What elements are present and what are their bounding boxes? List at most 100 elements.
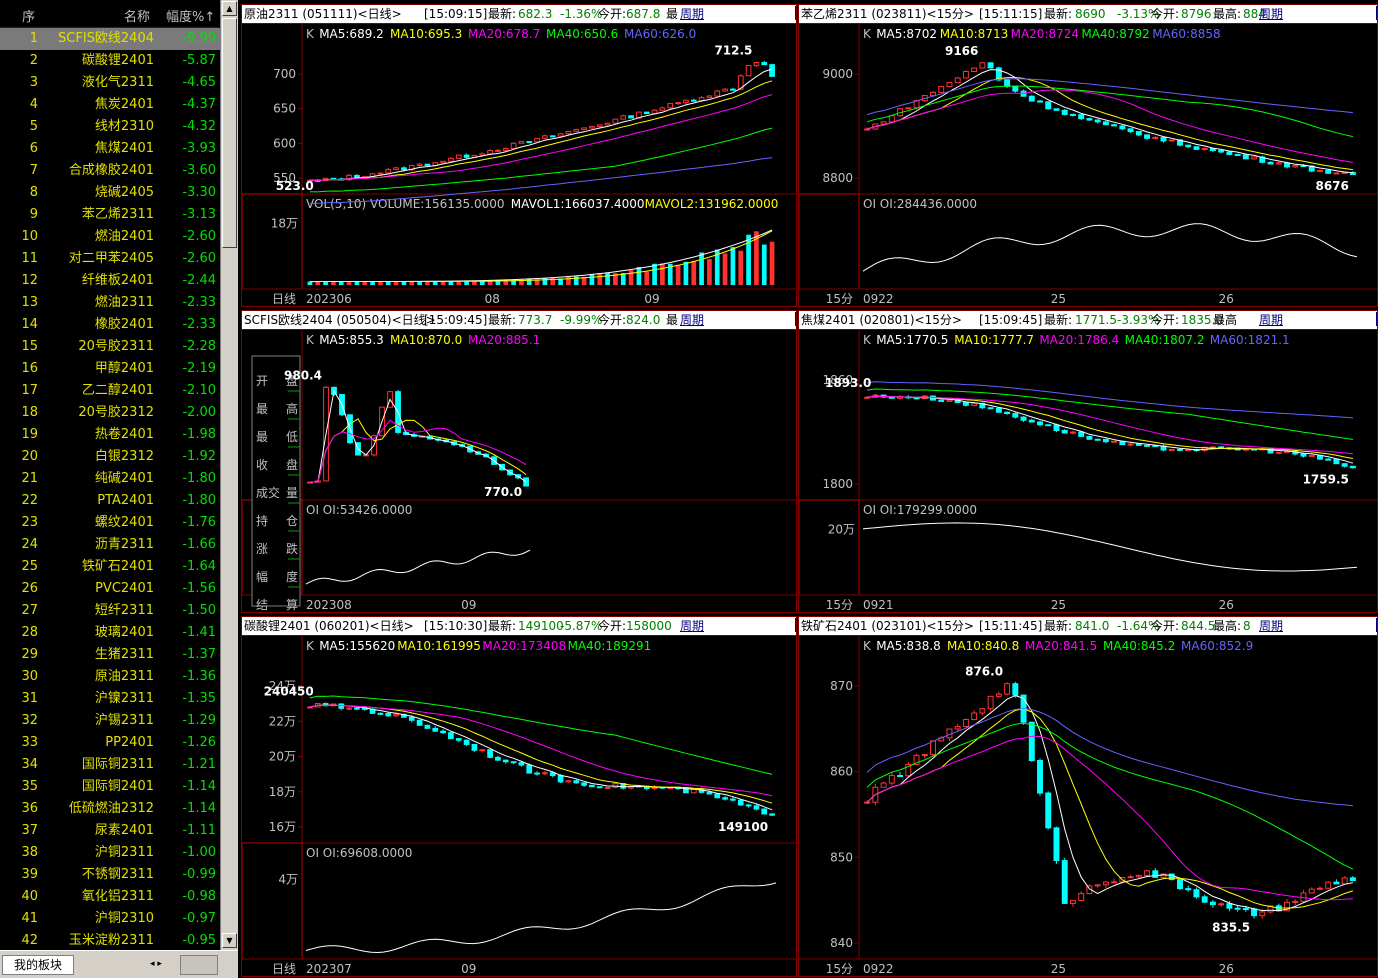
col-header-name[interactable]: 名称 <box>124 6 150 25</box>
quote-row[interactable]: 2 碳酸锂2401 -5.87 <box>0 50 220 72</box>
cycle-link[interactable]: 周期 <box>1259 311 1283 329</box>
candlestick-chart[interactable]: K MA5:8702 MA10:8713 MA20:8724 MA40:8792 MA60… <box>799 24 1377 307</box>
scroll-thumb[interactable] <box>222 18 237 248</box>
quote-row[interactable]: 26 PVC2401 -1.56 <box>0 578 220 600</box>
quote-row[interactable]: 37 尿素2401 -1.11 <box>0 820 220 842</box>
latest-price: 841.0 <box>1075 619 1110 633</box>
chart-title-bar[interactable]: SCFIS欧线2404 (050504)<日线> [15:09:45] 最新: 773… <box>242 311 796 330</box>
quote-row[interactable]: 33 PP2401 -1.26 <box>0 732 220 754</box>
quote-row[interactable]: 4 焦炭2401 -4.37 <box>0 94 220 116</box>
ma-legend-item: MA5:1770.5 <box>876 333 948 347</box>
quote-row[interactable]: 14 橡胶2401 -2.33 <box>0 314 220 336</box>
chart-title-bar[interactable]: 铁矿石2401 (023101)<15分> [15:11:45] 最新: 841.0-… <box>799 617 1377 636</box>
cycle-link[interactable]: 周期 <box>680 617 704 635</box>
chart-panel[interactable]: SCFIS欧线2404 (050504)<日线> [15:09:45] 最新: 773… <box>241 310 797 613</box>
col-header-no[interactable]: 序 <box>22 6 35 25</box>
chart-panel[interactable]: 焦煤2401 (020801)<15分> [15:09:45] 最新: 1771.5-… <box>798 310 1378 613</box>
quote-row[interactable]: 15 20号胶2311 -2.28 <box>0 336 220 358</box>
quote-row[interactable]: 24 沥青2311 -1.66 <box>0 534 220 556</box>
cycle-link[interactable]: 周期 <box>1259 617 1283 635</box>
candlestick-chart[interactable]: K MA5:155620 MA10:161995 MA20:173408 MA40:18… <box>242 636 796 977</box>
quote-row[interactable]: 36 低硫燃油2312 -1.14 <box>0 798 220 820</box>
chart-panel[interactable]: 苯乙烯2311 (023811)<15分> [15:11:15] 最新: 8690 -3… <box>798 4 1378 307</box>
quote-row[interactable]: 28 玻璃2401 -1.41 <box>0 622 220 644</box>
quote-row[interactable]: 25 铁矿石2401 -1.64 <box>0 556 220 578</box>
quote-row[interactable]: 22 PTA2401 -1.80 <box>0 490 220 512</box>
quote-row[interactable]: 5 线材2310 -4.32 <box>0 116 220 138</box>
quote-row[interactable]: 21 纯碱2401 -1.80 <box>0 468 220 490</box>
maximize-icon[interactable]: ▣ <box>1376 618 1377 632</box>
quote-row[interactable]: 41 沪铜2310 -0.97 <box>0 908 220 930</box>
chart-title-bar[interactable]: 焦煤2401 (020801)<15分> [15:09:45] 最新: 1771.5-… <box>799 311 1377 330</box>
cycle-link[interactable]: 周期 <box>1259 5 1283 23</box>
trading-terminal: 序 名称 幅度%↑ 1 SCFIS欧线2404 -9.99 2 碳酸锂2401 -5.87… <box>0 0 1378 978</box>
vertical-scrollbar[interactable]: ▲ ▼ <box>220 0 238 950</box>
horizontal-scroll-arrows[interactable]: ◂ ▸ <box>150 955 178 973</box>
quote-row[interactable]: 39 不锈钢2311 -0.99 <box>0 864 220 886</box>
chart-title-bar[interactable]: 碳酸锂2401 (060201)<日线> [15:10:30] 最新: 149100-… <box>242 617 796 636</box>
high-price: 8 <box>1243 619 1251 633</box>
quote-row[interactable]: 35 国际铜2401 -1.14 <box>0 776 220 798</box>
candlestick-chart[interactable]: K MA5:838.8 MA10:840.8 MA20:841.5 MA40:845.2… <box>799 636 1377 977</box>
chart-title-bar[interactable]: 苯乙烯2311 (023811)<15分> [15:11:15] 最新: 8690 -3… <box>799 5 1377 24</box>
candlestick-chart[interactable]: K MA5:1770.5 MA10:1777.7 MA20:1786.4 MA40:18… <box>799 330 1377 613</box>
quote-row[interactable]: 7 合成橡胶2401 -3.60 <box>0 160 220 182</box>
quote-row[interactable]: 30 原油2311 -1.36 <box>0 666 220 688</box>
candle <box>745 65 752 77</box>
volume-bar <box>652 263 657 285</box>
cycle-link[interactable]: 周期 <box>680 5 704 23</box>
quote-row[interactable]: 17 乙二醇2401 -2.10 <box>0 380 220 402</box>
maximize-icon[interactable]: ▣ <box>1376 312 1377 326</box>
candlestick-chart[interactable]: K MA5:689.2 MA10:695.3 MA20:678.7 MA40:650.6… <box>242 24 796 307</box>
maximize-icon[interactable]: ▣ <box>795 618 796 632</box>
chart-panel[interactable]: 铁矿石2401 (023101)<15分> [15:11:45] 最新: 841.0-… <box>798 616 1378 977</box>
cycle-link[interactable]: 周期 <box>680 311 704 329</box>
col-header-pct[interactable]: 幅度%↑ <box>166 6 215 25</box>
candlestick-chart[interactable]: K MA5:855.3 MA10:870.0 MA20:885.1 OI OI:5342… <box>242 330 796 613</box>
chart-panel[interactable]: 碳酸锂2401 (060201)<日线> [15:10:30] 最新: 149100-… <box>241 616 797 977</box>
horizontal-scrollbar[interactable] <box>180 955 218 975</box>
chart-panel[interactable]: 原油2311 (051111)<日线> [15:09:15] 最新: 682.3 -1.… <box>241 4 797 307</box>
chart-title-bar[interactable]: 原油2311 (051111)<日线> [15:09:15] 最新: 682.3 -1.… <box>242 5 796 24</box>
maximize-icon[interactable]: ▣ <box>795 312 796 326</box>
y-axis-tick: 860 <box>830 765 853 779</box>
tab-my-sector[interactable]: 我的板块 <box>2 955 74 975</box>
quote-row[interactable]: 19 热卷2401 -1.98 <box>0 424 220 446</box>
candle <box>534 771 540 776</box>
quote-row[interactable]: 27 短纤2311 -1.50 <box>0 600 220 622</box>
quote-row[interactable]: 34 国际铜2311 -1.21 <box>0 754 220 776</box>
maximize-icon[interactable]: ▣ <box>1376 6 1377 20</box>
quote-row[interactable]: 8 烧碱2405 -3.30 <box>0 182 220 204</box>
quote-row[interactable]: 32 沪锡2311 -1.29 <box>0 710 220 732</box>
quote-row[interactable]: 31 沪镍2311 -1.35 <box>0 688 220 710</box>
quote-row[interactable]: 11 对二甲苯2405 -2.60 <box>0 248 220 270</box>
quote-row[interactable]: 1 SCFIS欧线2404 -9.99 <box>0 28 220 50</box>
quote-row[interactable]: 29 生猪2311 -1.37 <box>0 644 220 666</box>
quote-row[interactable]: 20 白银2312 -1.92 <box>0 446 220 468</box>
ma-line <box>867 395 1353 455</box>
row-number: 6 <box>29 141 38 156</box>
quote-row[interactable]: 23 螺纹2401 -1.76 <box>0 512 220 534</box>
quote-row[interactable]: 18 20号胶2312 -2.00 <box>0 402 220 424</box>
quote-row[interactable]: 38 沪铜2311 -1.00 <box>0 842 220 864</box>
latest-label: 最新: <box>488 313 517 327</box>
quote-row[interactable]: 9 苯乙烯2311 -3.13 <box>0 204 220 226</box>
row-change-pct: -1.80 <box>182 471 216 486</box>
volume-bar <box>315 281 321 285</box>
quote-row[interactable]: 12 纤维板2401 -2.44 <box>0 270 220 292</box>
maximize-icon[interactable]: ▣ <box>795 6 796 20</box>
high-annotation: 240450 <box>264 684 314 698</box>
quote-row[interactable]: 40 氧化铝2311 -0.98 <box>0 886 220 908</box>
quote-row[interactable]: 6 焦煤2401 -3.93 <box>0 138 220 160</box>
candle <box>1292 899 1299 906</box>
quote-row[interactable]: 13 燃油2311 -2.33 <box>0 292 220 314</box>
candle <box>1053 108 1060 111</box>
ma-legend-item: MA40:650.6 <box>546 27 618 41</box>
scroll-down-icon[interactable]: ▼ <box>222 933 237 948</box>
quote-row[interactable]: 10 燃油2401 -2.60 <box>0 226 220 248</box>
latest-label: 最新: <box>488 7 517 21</box>
quote-row[interactable]: 42 玉米淀粉2311 -0.95 <box>0 930 220 952</box>
quote-row[interactable]: 16 甲醇2401 -2.19 <box>0 358 220 380</box>
scroll-up-icon[interactable]: ▲ <box>222 1 237 16</box>
quote-row[interactable]: 3 液化气2311 -4.65 <box>0 72 220 94</box>
